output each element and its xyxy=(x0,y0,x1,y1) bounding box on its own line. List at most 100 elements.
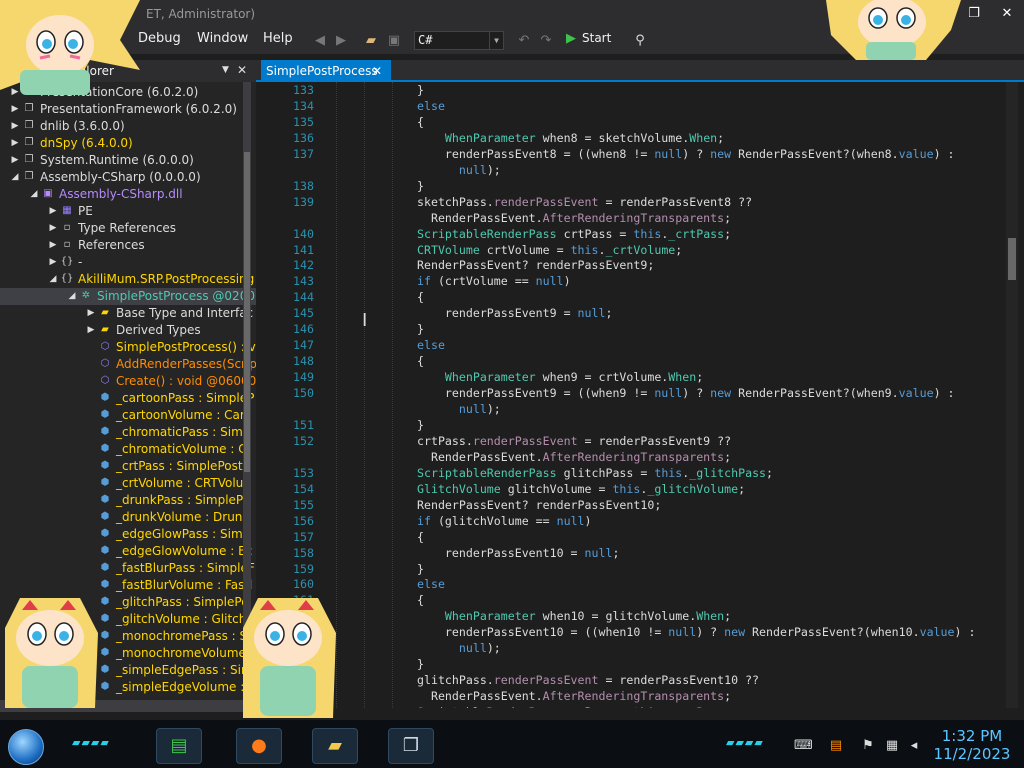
expand-arrow-icon[interactable]: ▶ xyxy=(10,152,20,169)
tree-item[interactable]: ▶ ▰ Derived Types xyxy=(0,322,256,339)
tree-item[interactable]: ⬢ _chromaticVolume : C xyxy=(0,441,256,458)
tree-item[interactable]: ◢{} AkilliMum.SRP.PostProcessing xyxy=(0,271,256,288)
tree-item[interactable]: ◢ ▣ Assembly-CSharp.dll xyxy=(0,186,256,203)
taskbar-app-firefox-icon[interactable]: ● xyxy=(236,728,282,764)
tree-item[interactable]: ▶ ❐ dnSpy (6.4.0.0) xyxy=(0,135,256,152)
undo-icon[interactable]: ↶ xyxy=(516,33,532,49)
code-text: else xyxy=(417,98,445,114)
expand-arrow-icon[interactable]: ▶ xyxy=(10,118,20,135)
taskbar-app-notes-icon[interactable]: ▤ xyxy=(156,728,202,764)
code-editor[interactable]: 133} 134 else 135 {136 WhenParameter when8 =… xyxy=(262,82,1006,708)
save-icon[interactable]: ▣ xyxy=(386,33,402,49)
tree-item[interactable]: ▶{} - xyxy=(0,254,256,271)
code-text: renderPassEvent10 = ((when10 != null) ? … xyxy=(417,624,976,640)
code-text: null); xyxy=(417,640,501,656)
keyboard-icon[interactable]: ⌨ xyxy=(794,738,813,754)
code-token: _vcrPass xyxy=(668,705,724,708)
tree-item[interactable]: ⬡ Create() : void @06000 xyxy=(0,373,256,390)
tree-item[interactable]: ⬢ _fastBlurPass : SimpleF xyxy=(0,560,256,577)
redo-icon[interactable]: ↷ xyxy=(538,33,554,49)
tree-item[interactable]: ◢ ✲ SimplePostProcess @0200 xyxy=(0,288,256,305)
code-text: if (crtVolume == null) xyxy=(417,273,571,289)
editor-scrollbar-thumb[interactable] xyxy=(1008,238,1016,280)
panel-menu-icon[interactable]: ▼ xyxy=(222,65,229,75)
restore-button[interactable]: ❐ xyxy=(962,4,986,24)
tree-item[interactable]: ⬢ _chromaticPass : Simp xyxy=(0,424,256,441)
code-token: { xyxy=(417,354,424,369)
expand-arrow-icon[interactable]: ▶ xyxy=(48,237,58,254)
language-select[interactable]: C# ▼ xyxy=(414,31,504,50)
tab-close-icon[interactable]: ✕ xyxy=(372,60,382,82)
tree-item[interactable]: ⬢ _drunkPass : SimplePo xyxy=(0,492,256,509)
flag-icon[interactable]: ⚑ xyxy=(860,738,876,754)
clock-date: 11/2/2023 xyxy=(933,745,1011,763)
menu-window[interactable]: Window xyxy=(197,31,248,46)
expand-arrow-icon[interactable]: ▶ xyxy=(48,254,58,271)
expand-arrow-icon[interactable]: ▶ xyxy=(86,305,96,322)
start-menu-button[interactable] xyxy=(8,729,44,765)
tree-item[interactable]: ⬢ _fastBlurVolume : Fastl xyxy=(0,577,256,594)
tree-item[interactable]: ⬢ _cartoonVolume : Cart xyxy=(0,407,256,424)
tree-item[interactable]: ▶ ▦ PE xyxy=(0,203,256,220)
taskbar-app-file-explorer-icon[interactable]: ▰ xyxy=(312,728,358,764)
language-value: C# xyxy=(418,33,433,47)
expand-arrow-icon[interactable]: ▶ xyxy=(48,203,58,220)
expand-arrow-icon[interactable]: ▶ xyxy=(86,322,96,339)
tree-node-icon: ✲ xyxy=(81,290,91,301)
tree-item[interactable]: ⬢ _edgeGlowPass : Simp xyxy=(0,526,256,543)
tree-item[interactable]: ⬢ _cartoonPass : SimpleP xyxy=(0,390,256,407)
tree-item[interactable]: ◢ ❐ Assembly-CSharp (0.0.0.0) xyxy=(0,169,256,186)
tree-node-icon: ⬡ xyxy=(100,375,110,386)
expand-arrow-icon[interactable]: ▶ xyxy=(10,135,20,152)
forward-icon[interactable]: ▶ xyxy=(333,33,349,49)
network-icon[interactable]: ▦ xyxy=(884,738,900,754)
open-folder-icon[interactable]: ▰ xyxy=(363,33,379,49)
search-icon[interactable]: ⚲ xyxy=(632,33,648,49)
tray-app-icon[interactable]: ▤ xyxy=(828,738,844,754)
line-number: 156 xyxy=(293,513,314,528)
code-token: ; xyxy=(738,481,746,496)
tree-item[interactable]: ⬢ _crtVolume : CRTVolun xyxy=(0,475,256,492)
collapse-arrow-icon[interactable]: ◢ xyxy=(29,186,39,203)
editor-scrollbar[interactable] xyxy=(1006,82,1018,708)
tree-item-label: _drunkPass : SimplePo xyxy=(116,493,251,507)
back-icon[interactable]: ◀ xyxy=(312,33,328,49)
tree-item[interactable]: ⬡ AddRenderPasses(Scrip xyxy=(0,356,256,373)
code-token: } xyxy=(417,417,424,432)
tree-item[interactable]: ▶ ❐ dnlib (3.6.0.0) xyxy=(0,118,256,135)
tree-item[interactable]: ⬢ _crtPass : SimplePostP xyxy=(0,458,256,475)
menu-help[interactable]: Help xyxy=(263,31,293,46)
tab-simplepostprocess[interactable]: SimplePostProcess ✕ xyxy=(261,60,391,82)
tree-item[interactable]: ▶ ▰ Base Type and Interfac xyxy=(0,305,256,322)
taskbar-app-dnspy-icon[interactable]: ❐ xyxy=(388,728,434,764)
tree-item[interactable]: ⬡ SimplePostProcess() : v xyxy=(0,339,256,356)
tree-item[interactable]: ⬢ _edgeGlowVolume : Ec xyxy=(0,543,256,560)
clock-time: 1:32 PM xyxy=(941,727,1003,745)
explorer-scrollbar-thumb[interactable] xyxy=(244,152,250,472)
expand-arrow-icon[interactable]: ▶ xyxy=(10,101,20,118)
volume-icon[interactable]: ◂ xyxy=(906,738,922,754)
tree-item-label: - xyxy=(78,255,83,269)
code-token: ScriptableRenderPass xyxy=(417,705,557,708)
collapse-arrow-icon[interactable]: ◢ xyxy=(48,271,58,288)
close-window-button[interactable]: ✕ xyxy=(995,4,1019,24)
taskbar-clock[interactable]: 1:32 PM 11/2/2023 xyxy=(930,727,1014,763)
code-token: ; xyxy=(724,226,732,241)
start-button[interactable]: ▶ Start xyxy=(566,31,611,51)
tree-item-label: References xyxy=(78,238,145,252)
tree-item[interactable]: ▶ ❐ System.Runtime (6.0.0.0) xyxy=(0,152,256,169)
tree-item[interactable]: ▶ ▫ References xyxy=(0,237,256,254)
tree-node-icon: ⬢ xyxy=(100,511,110,522)
code-token: } xyxy=(417,178,424,193)
code-token: value xyxy=(898,146,934,161)
code-token: ) xyxy=(584,513,592,528)
expand-arrow-icon[interactable]: ▶ xyxy=(48,220,58,237)
tree-item[interactable]: ▶ ❐ PresentationFramework (6.0.2.0) xyxy=(0,101,256,118)
tree-item[interactable]: ⬢ _drunkVolume : Drunk xyxy=(0,509,256,526)
character-sticker-bottom-center xyxy=(243,598,336,718)
panel-close-icon[interactable]: ✕ xyxy=(237,63,247,77)
collapse-arrow-icon[interactable]: ◢ xyxy=(10,169,20,186)
tree-item[interactable]: ▶ ▫ Type References xyxy=(0,220,256,237)
collapse-arrow-icon[interactable]: ◢ xyxy=(67,288,77,305)
tree-node-icon: ❐ xyxy=(24,120,34,131)
